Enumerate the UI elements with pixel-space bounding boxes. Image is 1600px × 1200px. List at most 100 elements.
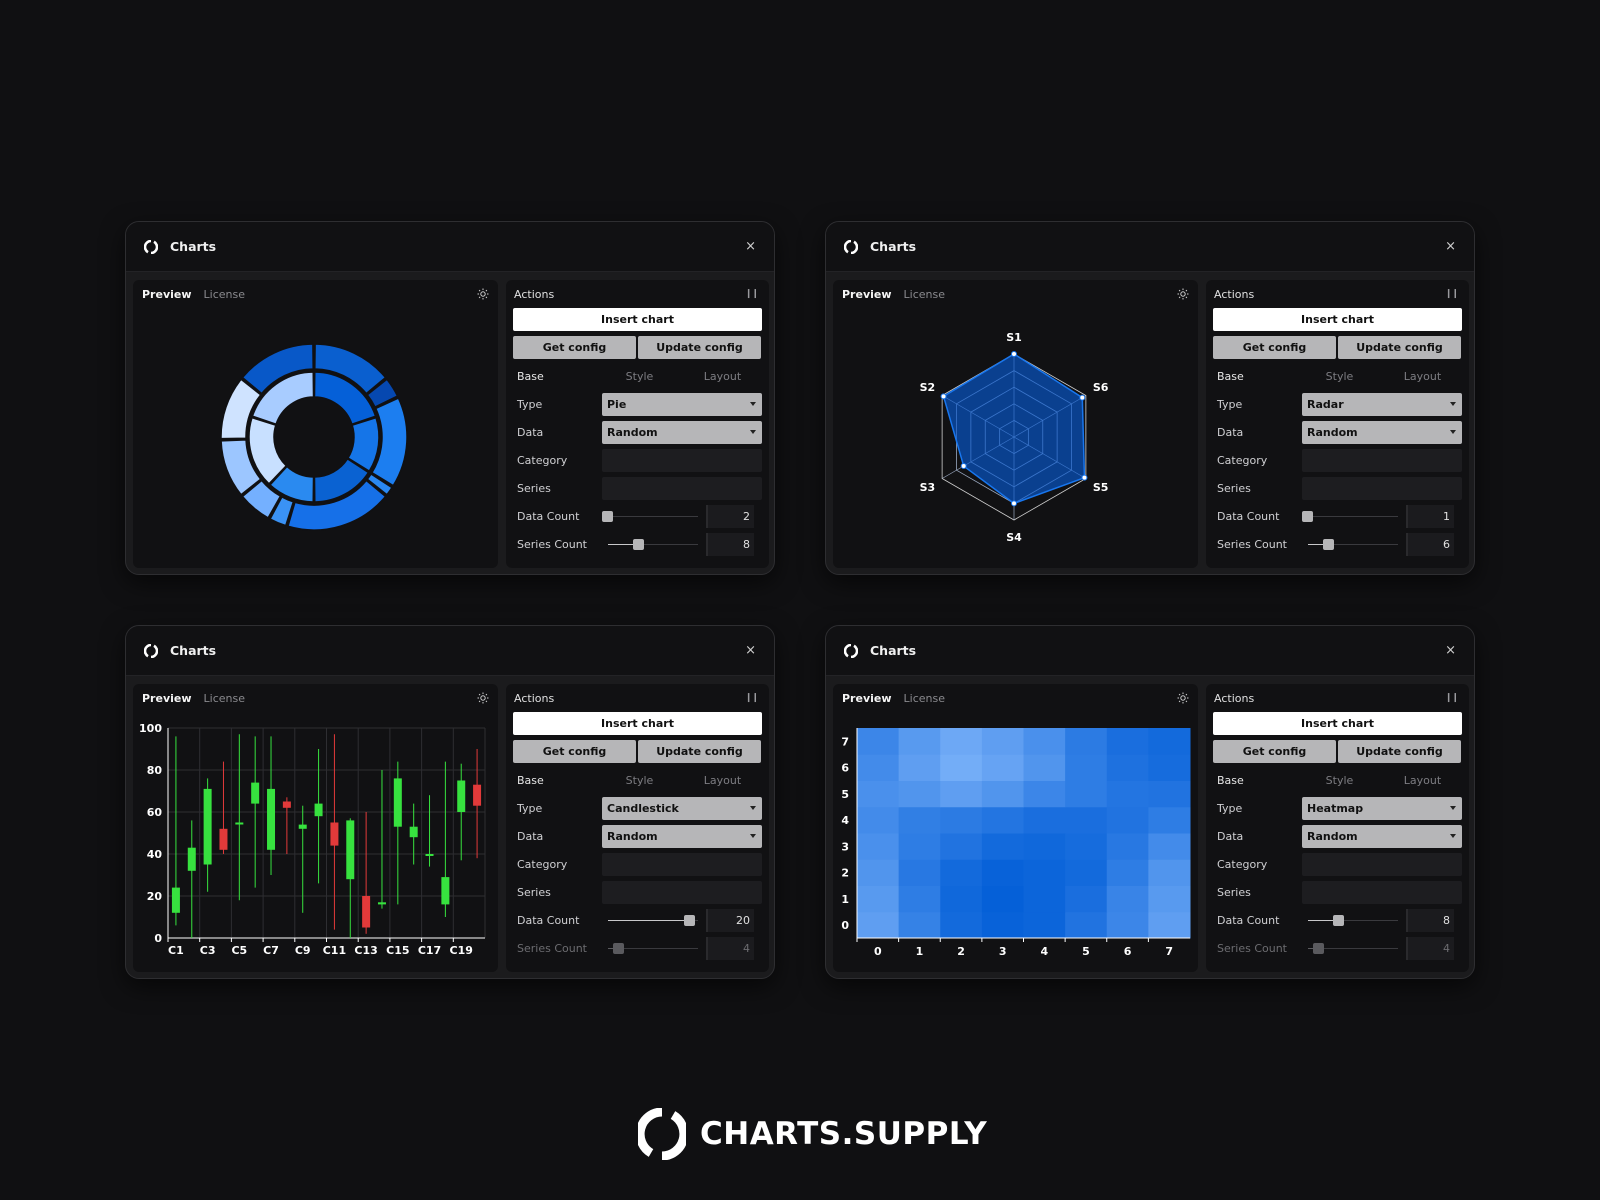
pause-icon[interactable]: ❙❙ <box>745 693 759 703</box>
y-tick-label: 40 <box>147 848 163 861</box>
category-label: Category <box>517 454 568 467</box>
settings-tabs: Base Style Layout <box>513 769 762 791</box>
category-input[interactable] <box>602 449 762 472</box>
tab-license[interactable]: License <box>204 692 245 705</box>
data-count-slider[interactable] <box>602 909 702 932</box>
pause-icon[interactable]: ❙❙ <box>1445 693 1459 703</box>
series-count-value[interactable]: 8 <box>706 533 754 556</box>
tab-preview[interactable]: Preview <box>142 288 192 301</box>
data-count-value[interactable]: 8 <box>1406 909 1454 932</box>
series-input[interactable] <box>602 477 762 500</box>
update-config-button[interactable]: Update config <box>1338 740 1461 763</box>
tab-base[interactable]: Base <box>1213 774 1296 787</box>
tab-license[interactable]: License <box>904 692 945 705</box>
update-config-button[interactable]: Update config <box>638 740 761 763</box>
data-select[interactable]: Random <box>1302 825 1462 848</box>
data-select[interactable]: Random <box>602 825 762 848</box>
theme-sun-icon[interactable] <box>1177 692 1189 704</box>
tab-layout[interactable]: Layout <box>679 370 762 383</box>
update-config-button[interactable]: Update config <box>1338 336 1461 359</box>
series-count-slider-thumb[interactable] <box>633 539 644 550</box>
data-count-slider[interactable] <box>1302 505 1402 528</box>
preview-tabs: Preview License <box>833 280 1198 308</box>
data-select[interactable]: Random <box>602 421 762 444</box>
data-select-value: Random <box>607 830 658 843</box>
y-tick-label: 5 <box>841 788 849 801</box>
preview-tabs: Preview License <box>833 684 1198 712</box>
get-config-button[interactable]: Get config <box>513 336 636 359</box>
get-config-button[interactable]: Get config <box>513 740 636 763</box>
tab-layout[interactable]: Layout <box>679 774 762 787</box>
heatmap-cell <box>981 780 1024 808</box>
type-select[interactable]: Heatmap <box>1302 797 1462 820</box>
type-select[interactable]: Radar <box>1302 393 1462 416</box>
heatmap-cell <box>857 754 900 781</box>
heatmap-cell <box>857 911 900 939</box>
category-row: Category <box>513 449 762 472</box>
data-count-slider[interactable] <box>1302 909 1402 932</box>
series-input[interactable] <box>1302 881 1462 904</box>
candle-body <box>457 780 466 812</box>
series-count-slider-thumb[interactable] <box>1323 539 1334 550</box>
get-config-button[interactable]: Get config <box>1213 336 1336 359</box>
insert-chart-button[interactable]: Insert chart <box>513 712 762 735</box>
theme-sun-icon[interactable] <box>477 692 489 704</box>
series-count-value[interactable]: 6 <box>1406 533 1454 556</box>
chart-svg: 0 20 40 60 80 100 C1 C3 C5 C7 C9 C11 C13 C15 C17 C19 <box>139 722 486 957</box>
data-count-slider-thumb[interactable] <box>684 915 695 926</box>
series-input[interactable] <box>602 881 762 904</box>
heatmap-cell <box>981 728 1024 755</box>
series-row: Series <box>513 477 762 500</box>
update-config-button[interactable]: Update config <box>638 336 761 359</box>
type-select-value: Radar <box>1307 398 1344 411</box>
category-input[interactable] <box>1302 853 1462 876</box>
insert-chart-button[interactable]: Insert chart <box>1213 308 1462 331</box>
series-input[interactable] <box>1302 477 1462 500</box>
close-icon[interactable]: × <box>745 643 756 658</box>
insert-chart-button[interactable]: Insert chart <box>513 308 762 331</box>
theme-sun-icon[interactable] <box>1177 288 1189 300</box>
category-input[interactable] <box>602 853 762 876</box>
data-count-label: Data Count <box>1217 914 1280 927</box>
data-count-slider-thumb[interactable] <box>1302 511 1313 522</box>
tab-base[interactable]: Base <box>513 774 596 787</box>
tab-base[interactable]: Base <box>513 370 596 383</box>
type-select[interactable]: Pie <box>602 393 762 416</box>
tab-style[interactable]: Style <box>1296 370 1379 383</box>
close-icon[interactable]: × <box>1445 643 1456 658</box>
data-count-slider-thumb[interactable] <box>602 511 613 522</box>
tab-style[interactable]: Style <box>596 370 679 383</box>
tab-preview[interactable]: Preview <box>142 692 192 705</box>
data-count-value[interactable]: 1 <box>1406 505 1454 528</box>
tab-layout[interactable]: Layout <box>1379 774 1462 787</box>
theme-sun-icon[interactable] <box>477 288 489 300</box>
data-select[interactable]: Random <box>1302 421 1462 444</box>
tab-layout[interactable]: Layout <box>1379 370 1462 383</box>
series-count-slider[interactable] <box>602 533 702 556</box>
tab-license[interactable]: License <box>204 288 245 301</box>
get-config-button[interactable]: Get config <box>1213 740 1336 763</box>
pause-icon[interactable]: ❙❙ <box>1445 289 1459 299</box>
series-count-slider[interactable] <box>1302 533 1402 556</box>
candle-body <box>251 782 260 804</box>
type-select[interactable]: Candlestick <box>602 797 762 820</box>
x-tick-label: 4 <box>1040 945 1048 958</box>
tab-license[interactable]: License <box>904 288 945 301</box>
tab-preview[interactable]: Preview <box>842 288 892 301</box>
data-count-value[interactable]: 2 <box>706 505 754 528</box>
tab-style[interactable]: Style <box>1296 774 1379 787</box>
tab-base[interactable]: Base <box>1213 370 1296 383</box>
data-count-slider[interactable] <box>602 505 702 528</box>
close-icon[interactable]: × <box>745 239 756 254</box>
close-icon[interactable]: × <box>1445 239 1456 254</box>
tab-style[interactable]: Style <box>596 774 679 787</box>
category-label: Category <box>1217 858 1268 871</box>
series-row: Series <box>1213 477 1462 500</box>
insert-chart-button[interactable]: Insert chart <box>1213 712 1462 735</box>
heatmap-cell <box>1148 728 1191 755</box>
category-input[interactable] <box>1302 449 1462 472</box>
tab-preview[interactable]: Preview <box>842 692 892 705</box>
data-count-value[interactable]: 20 <box>706 909 754 932</box>
data-count-slider-thumb[interactable] <box>1333 915 1344 926</box>
pause-icon[interactable]: ❙❙ <box>745 289 759 299</box>
